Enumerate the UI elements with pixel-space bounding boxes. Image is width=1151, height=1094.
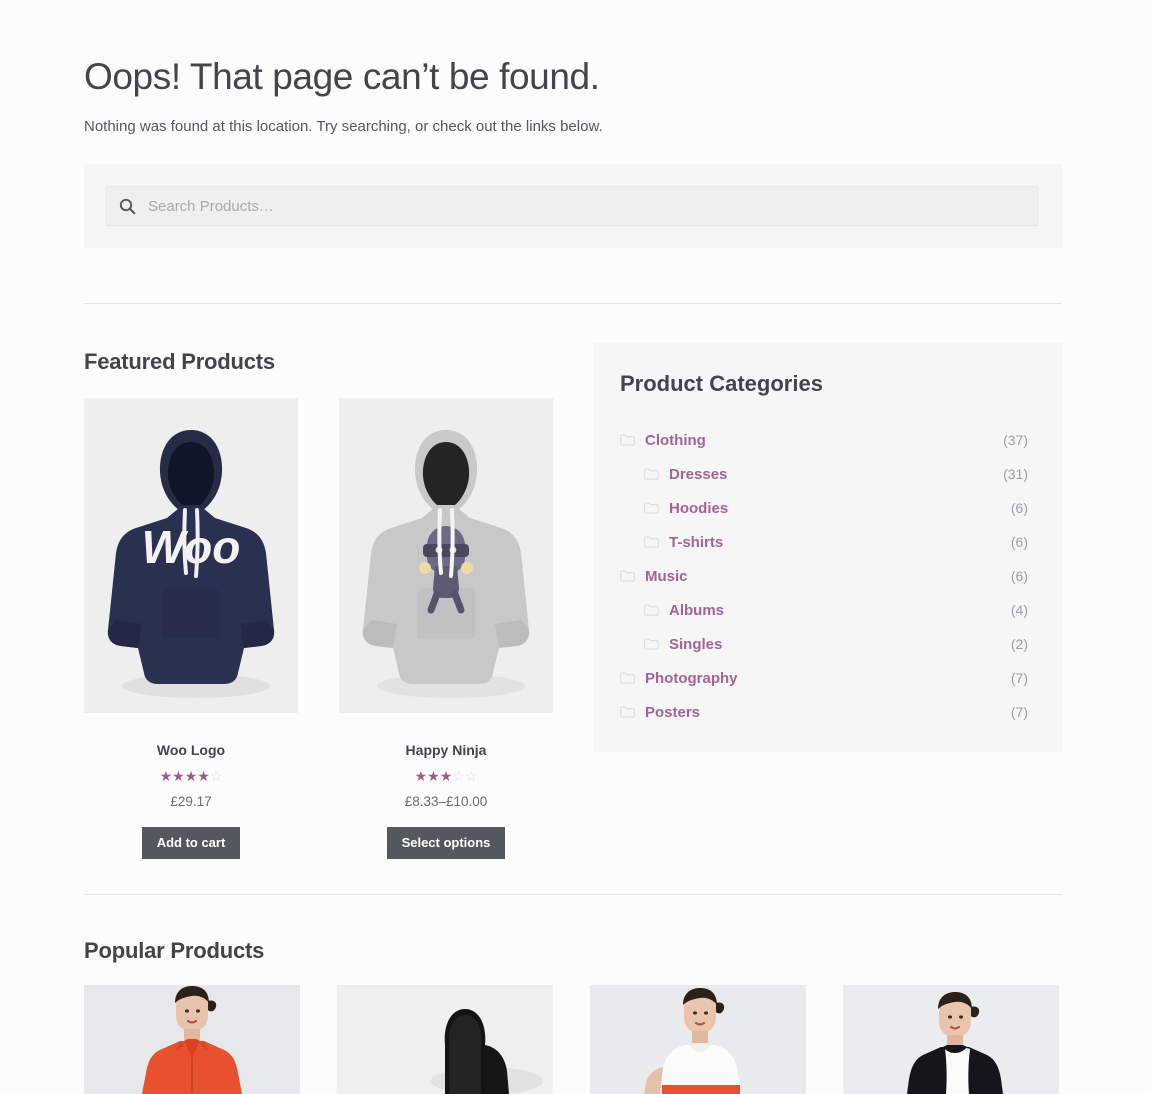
product-rating: ★★★☆☆: [339, 769, 553, 783]
page-description: Nothing was found at this location. Try …: [84, 118, 603, 135]
featured-products-title: Featured Products: [84, 349, 275, 374]
category-count: (6): [1010, 568, 1028, 584]
select-options-button[interactable]: Select options: [386, 827, 506, 859]
rating-empty-stars: ☆: [209, 768, 223, 784]
search-input[interactable]: [148, 197, 1025, 215]
rating-filled-stars: ★★★★: [159, 768, 210, 784]
category-label: Photography: [645, 669, 738, 687]
category-item-dresses[interactable]: Dresses (31): [620, 457, 1028, 491]
page-title: Oops! That page can’t be found.: [84, 56, 600, 97]
rating-filled-stars: ★★★: [414, 768, 453, 784]
product-price: £29.17: [170, 794, 212, 809]
product-image-happy-ninja[interactable]: [339, 398, 553, 713]
search-icon: [119, 198, 136, 215]
category-item-singles[interactable]: Singles (2): [620, 627, 1028, 661]
product-search-form[interactable]: [106, 186, 1038, 226]
folder-icon: [620, 570, 635, 582]
folder-icon: [644, 536, 659, 548]
category-item-albums[interactable]: Albums (4): [620, 593, 1028, 627]
folder-icon: [644, 468, 659, 480]
product-name: Woo Logo: [156, 742, 226, 758]
popular-product-image-4[interactable]: [843, 985, 1059, 1094]
category-count: (6): [1010, 534, 1028, 550]
product-categories-title: Product Categories: [620, 371, 823, 396]
popular-product-image-3[interactable]: [590, 985, 806, 1094]
category-count: (37): [1003, 432, 1028, 448]
popular-products-grid: [84, 985, 1062, 1094]
product-action-wrap: Select options: [339, 827, 553, 859]
category-count: (31): [1003, 466, 1028, 482]
product-rating: ★★★★☆: [84, 769, 298, 783]
featured-products-grid: Woo Woo Logo ★★★★☆ £29.17 Add to cart Ha…: [84, 398, 604, 859]
category-label: Albums: [669, 601, 725, 619]
category-item-hoodies[interactable]: Hoodies (6): [620, 491, 1028, 525]
rating-empty-stars: ☆☆: [452, 768, 478, 784]
folder-icon: [644, 604, 659, 616]
product-image-woo-logo[interactable]: Woo: [84, 398, 298, 713]
error-page: Oops! That page can’t be found. Nothing …: [0, 0, 1151, 1094]
category-label: Singles: [669, 635, 723, 653]
folder-icon: [620, 672, 635, 684]
folder-icon: [644, 638, 659, 650]
category-label: Dresses: [669, 465, 728, 483]
popular-product-image-1[interactable]: [84, 985, 300, 1094]
popular-product-card[interactable]: [590, 985, 806, 1094]
category-label: Hoodies: [669, 499, 729, 517]
category-count: (4): [1010, 602, 1028, 618]
folder-icon: [620, 434, 635, 446]
folder-icon: [620, 706, 635, 718]
category-count: (2): [1010, 636, 1028, 652]
category-item-posters[interactable]: Posters (7): [620, 695, 1028, 729]
popular-product-card[interactable]: [337, 985, 553, 1094]
category-item-clothing[interactable]: Clothing (37): [620, 423, 1028, 457]
folder-icon: [644, 502, 659, 514]
category-count: (7): [1010, 704, 1028, 720]
add-to-cart-button[interactable]: Add to cart: [141, 827, 241, 859]
category-label: Clothing: [645, 431, 706, 449]
category-item-t-shirts[interactable]: T-shirts (6): [620, 525, 1028, 559]
popular-products-title: Popular Products: [84, 938, 265, 963]
svg-text:Woo: Woo: [142, 521, 241, 573]
product-card[interactable]: Woo Woo Logo ★★★★☆ £29.17 Add to cart: [84, 398, 298, 859]
product-price: £8.33–£10.00: [404, 794, 488, 809]
section-divider-bottom: [84, 894, 1062, 895]
category-label: T-shirts: [669, 533, 724, 551]
category-count: (7): [1010, 670, 1028, 686]
product-action-wrap: Add to cart: [84, 827, 298, 859]
product-categories-panel: Product Categories Clothing (37) Dresses: [594, 343, 1062, 752]
category-label: Music: [645, 567, 688, 585]
popular-product-card[interactable]: [843, 985, 1059, 1094]
section-divider-top: [84, 303, 1062, 304]
category-count: (6): [1010, 500, 1028, 516]
category-label: Posters: [645, 703, 701, 721]
popular-product-image-2[interactable]: [337, 985, 553, 1094]
product-card[interactable]: Happy Ninja ★★★☆☆ £8.33–£10.00 Select op…: [339, 398, 553, 859]
search-section: [84, 164, 1062, 248]
popular-product-card[interactable]: [84, 985, 300, 1094]
category-item-music[interactable]: Music (6): [620, 559, 1028, 593]
product-name: Happy Ninja: [405, 742, 487, 758]
category-item-photography[interactable]: Photography (7): [620, 661, 1028, 695]
category-list: Clothing (37) Dresses (31) Hoodies (6) T…: [620, 423, 1028, 729]
